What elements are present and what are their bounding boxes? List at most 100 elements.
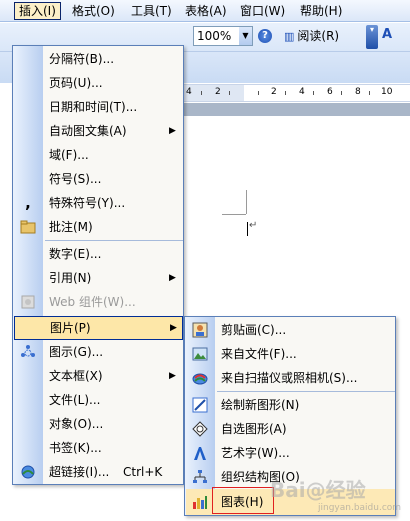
menu-item-break[interactable]: 分隔符(B)... — [13, 47, 183, 71]
menu-item-shortcut: Ctrl+K — [123, 465, 163, 479]
menu-item-autotext[interactable]: 自动图文集(A) ▶ — [13, 119, 183, 143]
submenu-arrow-icon: ▶ — [170, 323, 177, 333]
clipart-icon — [192, 322, 208, 338]
menu-item-label: 对象(O)... — [49, 417, 104, 431]
new-drawing-icon — [192, 397, 208, 413]
picture-from-file-icon — [192, 346, 208, 362]
menu-item-hyperlink[interactable]: 超链接(I)... Ctrl+K — [13, 460, 183, 484]
menu-format[interactable]: 格式(O) — [68, 2, 119, 20]
ruler-number: 8 — [355, 87, 361, 97]
menu-item-label: 数字(E)... — [49, 247, 102, 261]
submenu-arrow-icon: ▶ — [169, 126, 176, 136]
insert-menu: 分隔符(B)... 页码(U)... 日期和时间(T)... 自动图文集(A) … — [12, 45, 184, 485]
menu-item-label: 来自文件(F)... — [221, 347, 297, 361]
diagram-icon — [20, 344, 36, 360]
menu-item-number[interactable]: 数字(E)... — [13, 242, 183, 266]
menu-bar: 插入(I) 格式(O) 工具(T) 表格(A) 窗口(W) 帮助(H) — [0, 0, 410, 22]
ruler-tick — [285, 91, 286, 95]
chevron-down-icon[interactable]: ▼ — [239, 27, 252, 45]
menu-item-label: 书签(K)... — [49, 441, 102, 455]
menu-item-date-time[interactable]: 日期和时间(T)... — [13, 95, 183, 119]
menu-help[interactable]: 帮助(H) — [296, 2, 346, 20]
ruler-tick — [201, 91, 202, 95]
ruler-number: 10 — [381, 87, 393, 97]
menu-item-reference[interactable]: 引用(N) ▶ — [13, 266, 183, 290]
text-cursor — [247, 222, 248, 236]
menu-window[interactable]: 窗口(W) — [236, 2, 289, 20]
menu-item-page-numbers[interactable]: 页码(U)... — [13, 71, 183, 95]
horizontal-ruler[interactable]: 4 2 2 4 6 8 10 — [180, 84, 410, 102]
watermark-text: Bai@经验 — [270, 478, 366, 502]
watermark-subtext: jingyan.baidu.com — [318, 503, 402, 513]
submenu-arrow-icon: ▶ — [169, 371, 176, 381]
comment-folder-icon — [20, 219, 36, 235]
menu-item-label: 剪贴画(C)... — [221, 323, 287, 337]
menu-item-autoshape[interactable]: 自选图形(A) — [185, 417, 395, 441]
ruler-number: 2 — [271, 87, 277, 97]
menu-insert[interactable]: 插入(I) — [14, 2, 61, 20]
crop-mark — [246, 190, 247, 214]
org-chart-icon — [192, 469, 208, 485]
read-button[interactable]: ▥ 阅读(R) — [284, 27, 339, 47]
menu-item-label: 超链接(I)... — [49, 465, 110, 479]
scanner-camera-icon — [192, 370, 208, 386]
menu-item-label: 自选图形(A) — [221, 422, 287, 436]
ruler-tick — [229, 91, 230, 95]
font-size-icon[interactable]: A — [382, 27, 392, 42]
menu-separator — [217, 391, 395, 392]
menu-item-label: 日期和时间(T)... — [49, 100, 138, 114]
ruler-tick — [369, 91, 370, 95]
menu-item-label: 特殊符号(Y)... — [49, 196, 126, 210]
zoom-dropdown[interactable]: 100% ▼ — [193, 26, 253, 46]
book-icon: ▥ — [284, 30, 295, 43]
menu-item-new-drawing[interactable]: 绘制新图形(N) — [185, 393, 395, 417]
menu-item-label: 图示(G)... — [49, 345, 104, 359]
ruler-number: 4 — [299, 87, 305, 97]
menu-item-label: 分隔符(B)... — [49, 52, 115, 66]
menu-item-clipart[interactable]: 剪贴画(C)... — [185, 318, 395, 342]
ruler-number: 4 — [186, 87, 192, 97]
menu-item-label: 引用(N) — [49, 271, 92, 285]
menu-item-comment[interactable]: 批注(M) — [13, 215, 183, 239]
ruler-number: 2 — [215, 87, 221, 97]
ruler-tick — [313, 91, 314, 95]
comma-icon: , — [25, 194, 31, 212]
paragraph-mark-icon: ↵ — [249, 220, 258, 231]
menu-item-diagram[interactable]: 图示(G)... — [13, 340, 183, 364]
menu-item-web-component[interactable]: Web 组件(W)... — [13, 290, 183, 314]
read-label: 阅读(R) — [297, 29, 340, 43]
web-component-icon — [20, 294, 36, 310]
menu-item-label: 图片(P) — [50, 321, 91, 335]
menu-item-label: 来自扫描仪或照相机(S)... — [221, 371, 358, 385]
zoom-value: 100% — [197, 29, 232, 43]
menu-item-file[interactable]: 文件(L)... — [13, 388, 183, 412]
menu-item-textbox[interactable]: 文本框(X) ▶ — [13, 364, 183, 388]
autoshape-icon — [192, 421, 208, 437]
menu-item-bookmark[interactable]: 书签(K)... — [13, 436, 183, 460]
menu-item-label: 批注(M) — [49, 220, 93, 234]
menu-item-wordart[interactable]: 艺术字(W)... — [185, 441, 395, 465]
toolbar-options-icon[interactable]: ▾ — [366, 25, 378, 49]
menu-tools[interactable]: 工具(T) — [127, 2, 176, 20]
menu-separator — [45, 240, 183, 241]
annotation-highlight-box — [212, 487, 274, 514]
menu-item-symbol[interactable]: 符号(S)... — [13, 167, 183, 191]
menu-item-scanner-camera[interactable]: 来自扫描仪或照相机(S)... — [185, 366, 395, 390]
menu-item-field[interactable]: 域(F)... — [13, 143, 183, 167]
menu-item-label: 自动图文集(A) — [49, 124, 127, 138]
menu-item-picture[interactable]: 图片(P) ▶ — [14, 316, 183, 340]
menu-item-special-symbol[interactable]: , 特殊符号(Y)... — [13, 191, 183, 215]
menu-item-label: 文件(L)... — [49, 393, 101, 407]
menu-table[interactable]: 表格(A) — [181, 2, 231, 20]
menu-item-object[interactable]: 对象(O)... — [13, 412, 183, 436]
menu-item-label: 页码(U)... — [49, 76, 103, 90]
menu-item-label: 绘制新图形(N) — [221, 398, 300, 412]
menu-item-label: 符号(S)... — [49, 172, 102, 186]
menu-item-from-file[interactable]: 来自文件(F)... — [185, 342, 395, 366]
ruler-tick — [341, 91, 342, 95]
menu-item-label: Web 组件(W)... — [49, 295, 136, 309]
chart-icon — [192, 494, 208, 510]
menu-item-label: 文本框(X) — [49, 369, 103, 383]
ruler-number: 6 — [327, 87, 333, 97]
help-icon[interactable]: ? — [258, 29, 272, 43]
